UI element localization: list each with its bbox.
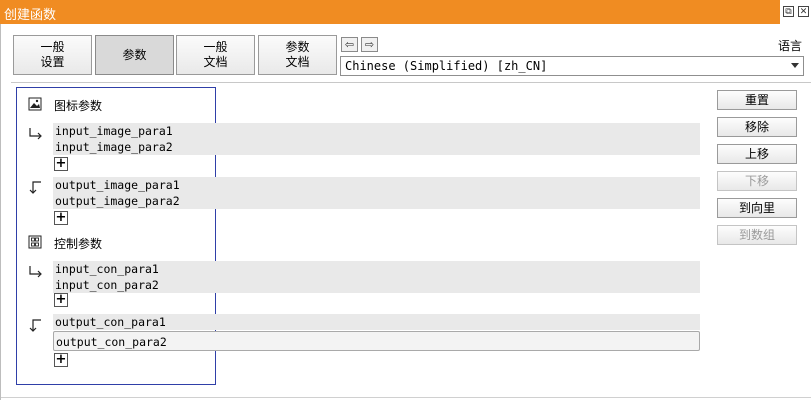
param-output-con-2: output_con_para2	[56, 335, 167, 349]
tab-parameters[interactable]: 参数	[95, 35, 174, 75]
move-up-button[interactable]: 上移	[717, 144, 797, 164]
tab-general-docs[interactable]: 一般 文档	[176, 35, 255, 75]
param-output-con-1[interactable]: output_con_para1	[55, 315, 166, 329]
remove-button[interactable]: 移除	[717, 117, 797, 137]
section-title-icon-params: 图标参数	[54, 99, 103, 113]
next-arrow-button[interactable]: ⇨	[361, 37, 378, 52]
language-label: 语言	[778, 39, 803, 53]
tab-general-settings[interactable]: 一般 设置	[13, 35, 92, 75]
param-output-image-1[interactable]: output_image_para1	[55, 178, 180, 192]
param-input-image-2[interactable]: input_image_para2	[55, 140, 173, 154]
image-icon	[28, 97, 42, 111]
window-title: 创建函数	[4, 8, 57, 23]
add-param-button[interactable]: +	[54, 211, 68, 225]
move-down-button[interactable]: 下移	[717, 171, 797, 191]
chevron-down-icon	[791, 63, 799, 68]
language-select[interactable]: Chinese (Simplified) [zh_CN]	[340, 56, 804, 76]
divider	[11, 82, 811, 83]
to-array-button[interactable]: 到数组	[717, 225, 797, 245]
to-vector-button[interactable]: 到向里	[717, 198, 797, 218]
language-selected-value: Chinese (Simplified) [zh_CN]	[345, 59, 548, 73]
reset-button[interactable]: 重置	[717, 90, 797, 110]
add-param-button[interactable]: +	[54, 293, 68, 307]
divider	[1, 397, 811, 398]
param-output-con-2-field[interactable]: output_con_para2	[53, 331, 700, 351]
tab-parameter-docs[interactable]: 参数 文档	[258, 35, 337, 75]
param-input-image-1[interactable]: input_image_para1	[55, 124, 173, 138]
output-arrow-icon	[28, 319, 44, 333]
prev-arrow-button[interactable]: ⇦	[341, 37, 358, 52]
param-input-con-2[interactable]: input_con_para2	[55, 278, 159, 292]
param-output-image-2[interactable]: output_image_para2	[55, 194, 180, 208]
output-arrow-icon	[28, 181, 44, 195]
input-arrow-icon	[28, 127, 44, 141]
input-arrow-icon	[28, 265, 44, 279]
close-icon[interactable]: ✕	[798, 6, 809, 17]
restore-icon[interactable]: ⧉	[783, 6, 794, 17]
add-param-button[interactable]: +	[54, 157, 68, 171]
title-bar: 创建函数	[0, 0, 780, 24]
control-icon	[28, 235, 42, 249]
section-title-control-params: 控制参数	[54, 237, 103, 251]
param-input-con-1[interactable]: input_con_para1	[55, 262, 159, 276]
add-param-button[interactable]: +	[54, 353, 68, 367]
